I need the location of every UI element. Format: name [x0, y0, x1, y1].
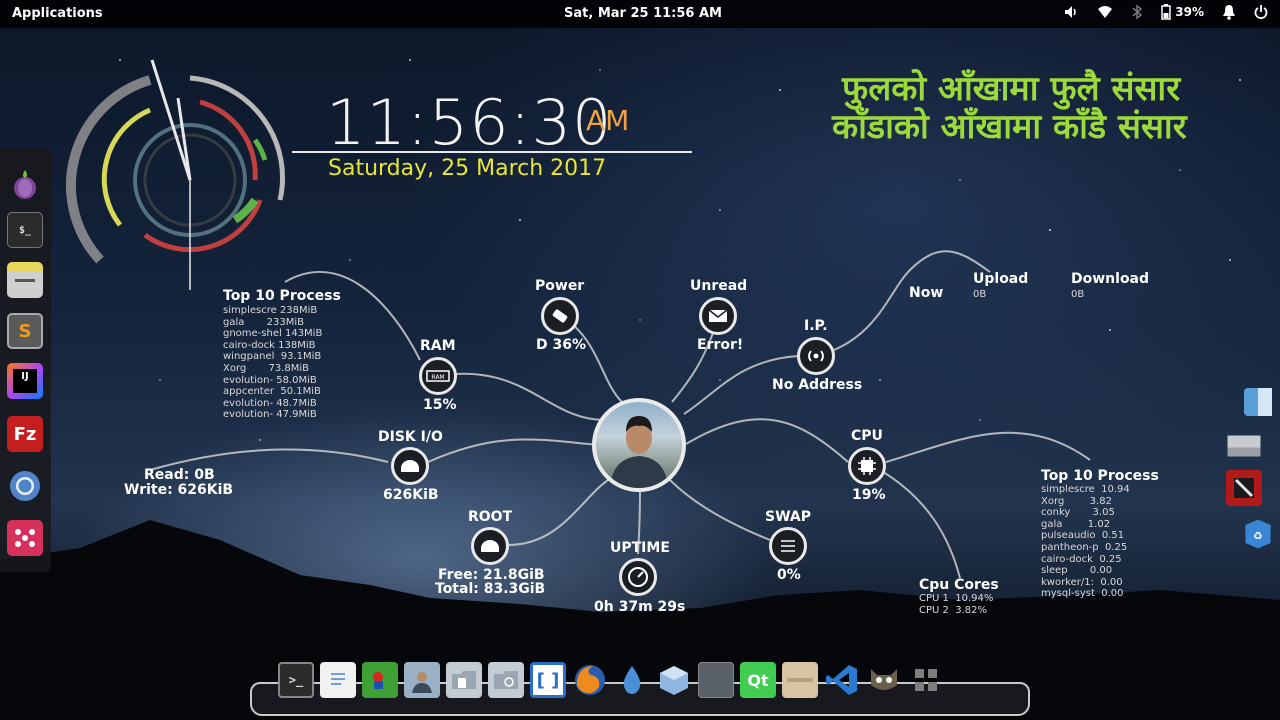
disk-io-label: DISK I/O — [378, 429, 443, 445]
volume-icon[interactable] — [1063, 4, 1079, 20]
notifications-icon[interactable] — [1222, 4, 1236, 20]
panel-clock[interactable]: Sat, Mar 25 11:56 AM — [564, 6, 722, 21]
clock-ampm: AM — [586, 104, 630, 137]
game-icon[interactable] — [362, 662, 398, 698]
intellij-icon[interactable]: IJ — [7, 363, 43, 399]
ip-label: I.P. — [804, 318, 828, 334]
recycle-icon[interactable]: ♻ — [1240, 516, 1276, 552]
screen-icon[interactable] — [698, 662, 734, 698]
root-total: Total: 83.3GiB — [435, 581, 546, 597]
tor-browser-icon[interactable] — [7, 166, 43, 202]
ram-value: 15% — [423, 397, 457, 413]
mail-icon — [699, 297, 737, 335]
download-value: 0B — [1071, 289, 1085, 300]
battery-icon — [1161, 4, 1172, 20]
text-editor-icon[interactable] — [320, 662, 356, 698]
chromium-icon[interactable] — [7, 468, 43, 504]
archive-icon[interactable] — [782, 662, 818, 698]
drop-icon[interactable] — [614, 662, 650, 698]
gimp-icon[interactable] — [866, 662, 902, 698]
swap-icon — [769, 527, 807, 565]
top-mem-list: simplescre 238MiB gala 233MiB gnome-shel… — [223, 305, 323, 421]
firefox-icon[interactable] — [572, 662, 608, 698]
files-icon[interactable] — [7, 262, 43, 298]
right-dock: ♻ — [1222, 378, 1280, 568]
disk-read: Read: 0B — [144, 467, 215, 483]
app-grid-icon[interactable] — [7, 520, 43, 556]
cpu-label: CPU — [851, 428, 883, 444]
user-avatar[interactable] — [592, 398, 686, 492]
power-icon[interactable] — [1254, 4, 1268, 20]
cpu-value: 19% — [852, 487, 886, 503]
root-label: ROOT — [468, 509, 513, 525]
uptime-value: 0h 37m 29s — [594, 599, 686, 615]
app-grid-icon[interactable] — [908, 662, 944, 698]
dota-icon[interactable] — [1226, 470, 1262, 506]
svg-text:♻: ♻ — [1253, 529, 1263, 542]
top-cpu-list: simplescre 10.94 Xorg 3.82 conky 3.05 ga… — [1041, 484, 1130, 600]
ram-icon: RAM — [419, 357, 457, 395]
unread-value: Error! — [697, 337, 744, 353]
swap-label: SWAP — [765, 509, 811, 525]
top-mem-title: Top 10 Process — [223, 288, 341, 304]
quote-line-2: काँडाको आँखामा काँडै संसार — [832, 107, 1187, 147]
filezilla-icon[interactable]: Fz — [7, 416, 43, 452]
disk-io-value: 626KiB — [383, 487, 439, 503]
ram-label: RAM — [420, 338, 456, 354]
unread-label: Unread — [690, 278, 748, 294]
wifi-icon[interactable] — [1097, 4, 1113, 20]
battery-plug-icon — [541, 297, 579, 335]
disk-icon — [391, 447, 429, 485]
system-tray: 39% — [1063, 4, 1268, 20]
net-now-label: Now — [909, 285, 944, 301]
qt-icon[interactable]: Qt — [740, 662, 776, 698]
battery-percent: 39% — [1175, 5, 1204, 19]
clock-time: 11:56:30 — [326, 86, 613, 159]
uptime-label: UPTIME — [610, 540, 670, 556]
upload-value: 0B — [973, 289, 987, 300]
left-dock: $_ S IJ Fz — [0, 148, 51, 572]
cpu-chip-icon — [848, 447, 886, 485]
top-panel: Applications Sat, Mar 25 11:56 AM 39% — [0, 0, 1280, 28]
cpu-cores-list: CPU 1 10.94% CPU 2 3.82% — [919, 593, 994, 616]
vscode-icon[interactable] — [824, 662, 860, 698]
ring-clock-widget — [66, 59, 285, 290]
applications-menu[interactable]: Applications — [12, 6, 103, 21]
battery-indicator[interactable]: 39% — [1161, 4, 1204, 20]
box-icon[interactable] — [656, 662, 692, 698]
folder-icon[interactable] — [446, 662, 482, 698]
upload-label: Upload — [973, 271, 1029, 287]
power-label: Power — [535, 278, 585, 294]
swap-value: 0% — [777, 567, 801, 583]
disk-icon[interactable] — [1226, 428, 1262, 464]
svg-text:RAM: RAM — [431, 374, 444, 381]
uptime-gauge-icon — [619, 558, 657, 596]
terminal-icon[interactable]: >_ — [278, 662, 314, 698]
cpu-cores-title: Cpu Cores — [919, 577, 999, 593]
ip-value: No Address — [772, 377, 863, 393]
brackets-icon[interactable]: [ ] — [530, 662, 566, 698]
network-icon — [797, 337, 835, 375]
download-label: Download — [1071, 271, 1150, 287]
bottom-dock: >_ [ ] Qt — [278, 662, 944, 702]
clock-date: Saturday, 25 March 2017 — [328, 156, 607, 181]
bluetooth-icon[interactable] — [1131, 4, 1143, 20]
disk-write: Write: 626KiB — [124, 482, 234, 498]
photo-icon[interactable] — [404, 662, 440, 698]
sublime-text-icon[interactable]: S — [7, 313, 43, 349]
top-cpu-title: Top 10 Process — [1041, 468, 1159, 484]
folder-backup-icon[interactable] — [488, 662, 524, 698]
clock-divider — [292, 151, 692, 153]
terminal-icon[interactable]: $_ — [7, 212, 43, 248]
finder-icon[interactable] — [1240, 384, 1276, 420]
root-disk-icon — [471, 527, 509, 565]
power-value: D 36% — [536, 337, 587, 353]
